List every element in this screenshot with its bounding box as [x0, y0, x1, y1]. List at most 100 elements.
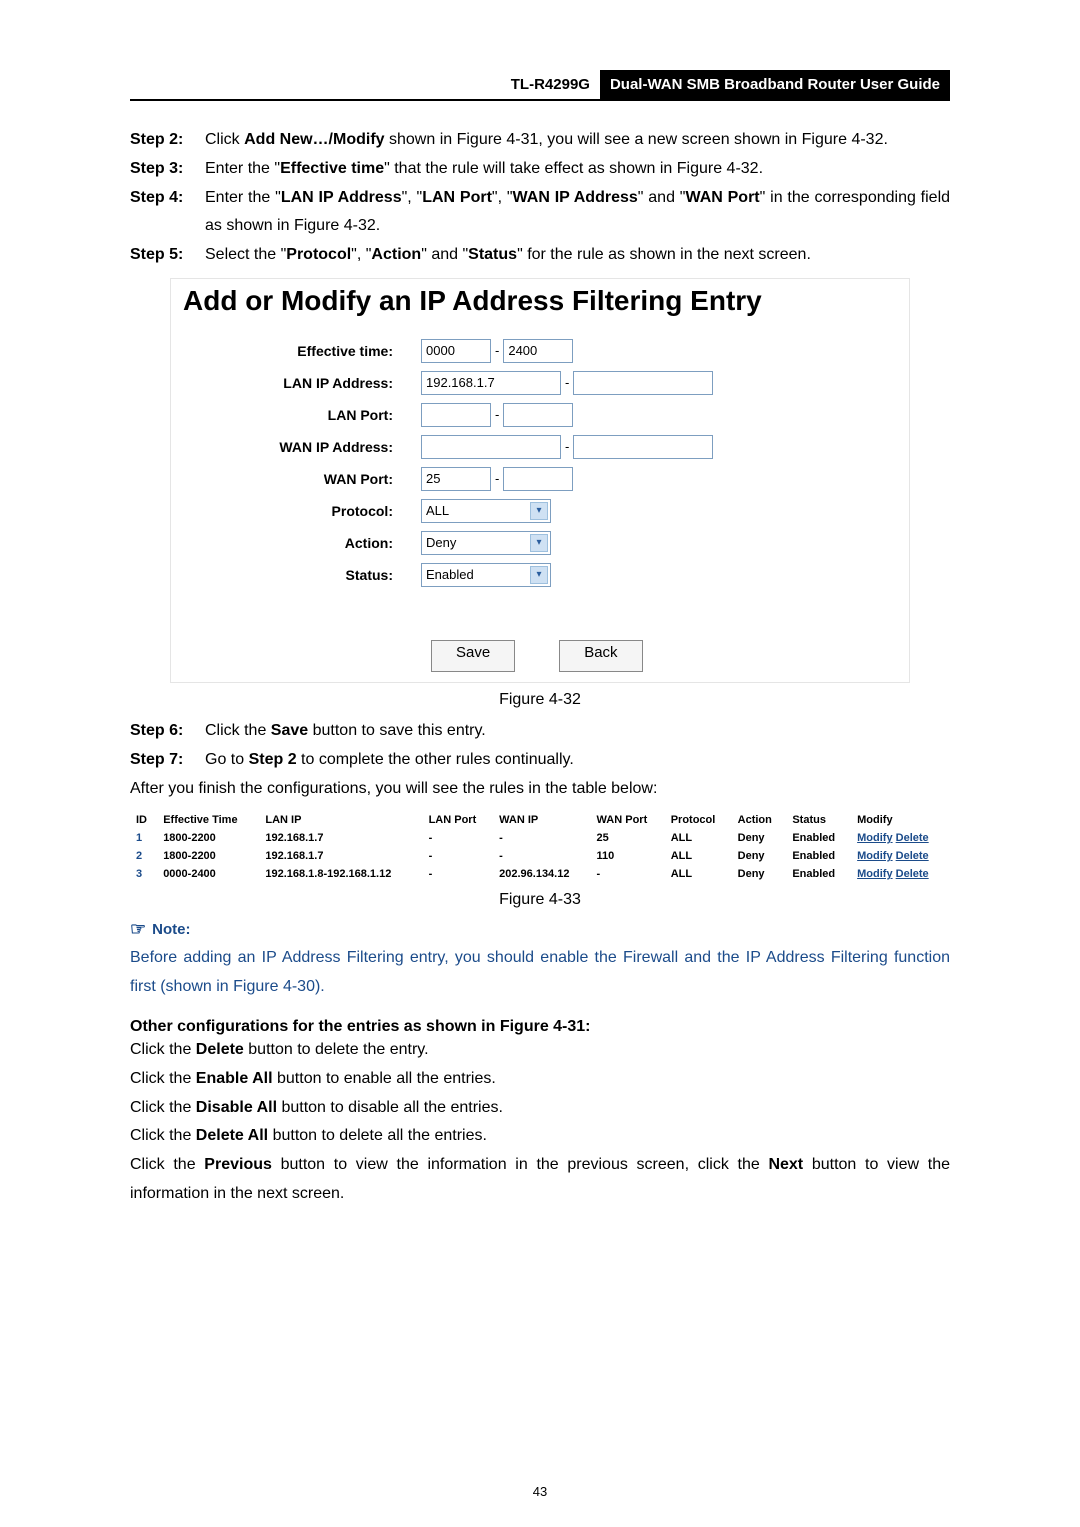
text: button to view the information in the pr…: [272, 1156, 769, 1173]
row-wan-ip: WAN IP Address: -: [171, 431, 909, 463]
other-config-heading: Other configurations for the entries as …: [130, 1018, 950, 1036]
other-line-4: Click the Delete All button to delete al…: [130, 1122, 950, 1151]
cell-lan-port: -: [423, 865, 494, 883]
chevron-down-icon: ▾: [530, 566, 548, 584]
figure-4-32-caption: Figure 4-32: [130, 691, 950, 709]
text: ", ": [492, 189, 513, 206]
text-bold: LAN IP Address: [281, 189, 402, 206]
label-wan-port: WAN Port:: [191, 471, 421, 487]
cell-protocol: ALL: [665, 829, 732, 847]
text: button to delete the entry.: [244, 1041, 429, 1058]
status-select[interactable]: Enabled ▾: [421, 563, 551, 587]
modify-link[interactable]: Modify: [857, 850, 892, 862]
text-bold: Status: [468, 246, 517, 263]
cell-action: Deny: [732, 865, 787, 883]
text-bold: Delete: [196, 1041, 244, 1058]
lan-ip-to-input[interactable]: [573, 371, 713, 395]
dash: -: [495, 343, 499, 358]
lan-ip-from-input[interactable]: 192.168.1.7: [421, 371, 561, 395]
modify-link[interactable]: Modify: [857, 868, 892, 880]
back-button[interactable]: Back: [559, 640, 642, 672]
text-bold: Action: [371, 246, 421, 263]
row-effective-time: Effective time: 0000 - 2400: [171, 335, 909, 367]
text: Click the: [130, 1070, 196, 1087]
lan-port-to-input[interactable]: [503, 403, 573, 427]
effective-time-from-input[interactable]: 0000: [421, 339, 491, 363]
step-6-label: Step 6:: [130, 717, 195, 746]
text-bold: WAN IP Address: [513, 189, 638, 206]
table-header-row: ID Effective Time LAN IP LAN Port WAN IP…: [130, 811, 950, 829]
th-id: ID: [130, 811, 157, 829]
pointing-hand-icon: ☞: [130, 919, 146, 940]
th-protocol: Protocol: [665, 811, 732, 829]
dash: -: [565, 439, 569, 454]
step-5: Step 5: Select the "Protocol", "Action" …: [130, 241, 950, 270]
text: " that the rule will take effect as show…: [384, 160, 763, 177]
th-status: Status: [786, 811, 851, 829]
cell-lan-port: -: [423, 829, 494, 847]
wan-port-to-input[interactable]: [503, 467, 573, 491]
wan-ip-to-input[interactable]: [573, 435, 713, 459]
doc-title: Dual-WAN SMB Broadband Router User Guide: [600, 70, 950, 99]
cell-wan-ip: -: [493, 829, 590, 847]
text-bold: Disable All: [196, 1099, 277, 1116]
th-wan-port: WAN Port: [591, 811, 665, 829]
text: ", ": [351, 246, 371, 263]
wan-ip-from-input[interactable]: [421, 435, 561, 459]
text: " and ": [421, 246, 468, 263]
label-lan-ip: LAN IP Address:: [191, 375, 421, 391]
text: Click the: [205, 722, 271, 739]
text-bold: Step 2: [249, 751, 297, 768]
label-protocol: Protocol:: [191, 503, 421, 519]
text-bold: Save: [271, 722, 308, 739]
step-6: Step 6: Click the Save button to save th…: [130, 717, 950, 746]
lan-port-from-input[interactable]: [421, 403, 491, 427]
text-bold: Effective time: [280, 160, 384, 177]
effective-time-to-input[interactable]: 2400: [503, 339, 573, 363]
text: button to save this entry.: [308, 722, 486, 739]
model-label: TL-R4299G: [511, 70, 590, 99]
row-lan-port: LAN Port: -: [171, 399, 909, 431]
cell-protocol: ALL: [665, 865, 732, 883]
action-select[interactable]: Deny ▾: [421, 531, 551, 555]
th-lan-ip: LAN IP: [259, 811, 422, 829]
text: " and ": [638, 189, 686, 206]
label-effective-time: Effective time:: [191, 343, 421, 359]
label-lan-port: LAN Port:: [191, 407, 421, 423]
delete-link[interactable]: Delete: [896, 868, 929, 880]
note-text: Before adding an IP Address Filtering en…: [130, 944, 950, 1002]
text-bold: Add New…/Modify: [244, 131, 384, 148]
text-bold: Protocol: [286, 246, 351, 263]
other-line-3: Click the Disable All button to disable …: [130, 1094, 950, 1123]
step-7-label: Step 7:: [130, 746, 195, 775]
step-2-label: Step 2:: [130, 126, 195, 155]
protocol-value: ALL: [426, 500, 449, 522]
modify-link[interactable]: Modify: [857, 832, 892, 844]
text-bold: Enable All: [196, 1070, 273, 1087]
after-config-text: After you finish the configurations, you…: [130, 775, 950, 804]
figure-4-33-caption: Figure 4-33: [130, 891, 950, 909]
cell-time: 0000-2400: [157, 865, 259, 883]
row-wan-port: WAN Port: 25 -: [171, 463, 909, 495]
cell-wan-port: -: [591, 865, 665, 883]
action-value: Deny: [426, 532, 456, 554]
cell-protocol: ALL: [665, 847, 732, 865]
delete-link[interactable]: Delete: [896, 850, 929, 862]
step-3: Step 3: Enter the "Effective time" that …: [130, 155, 950, 184]
cell-wan-ip: -: [493, 847, 590, 865]
th-time: Effective Time: [157, 811, 259, 829]
table-row: 2 1800-2200 192.168.1.7 - - 110 ALL Deny…: [130, 847, 950, 865]
wan-port-from-input[interactable]: 25: [421, 467, 491, 491]
delete-link[interactable]: Delete: [896, 832, 929, 844]
row-lan-ip: LAN IP Address: 192.168.1.7 -: [171, 367, 909, 399]
text: ", ": [402, 189, 423, 206]
save-button[interactable]: Save: [431, 640, 515, 672]
cell-id: 3: [130, 865, 157, 883]
protocol-select[interactable]: ALL ▾: [421, 499, 551, 523]
table-row: 3 0000-2400 192.168.1.8-192.168.1.12 - 2…: [130, 865, 950, 883]
text: shown in Figure 4-31, you will see a new…: [385, 131, 888, 148]
step-4: Step 4: Enter the "LAN IP Address", "LAN…: [130, 184, 950, 242]
form-button-row: Save Back: [171, 609, 909, 682]
text-bold: Previous: [204, 1156, 272, 1173]
step-3-label: Step 3:: [130, 155, 195, 184]
